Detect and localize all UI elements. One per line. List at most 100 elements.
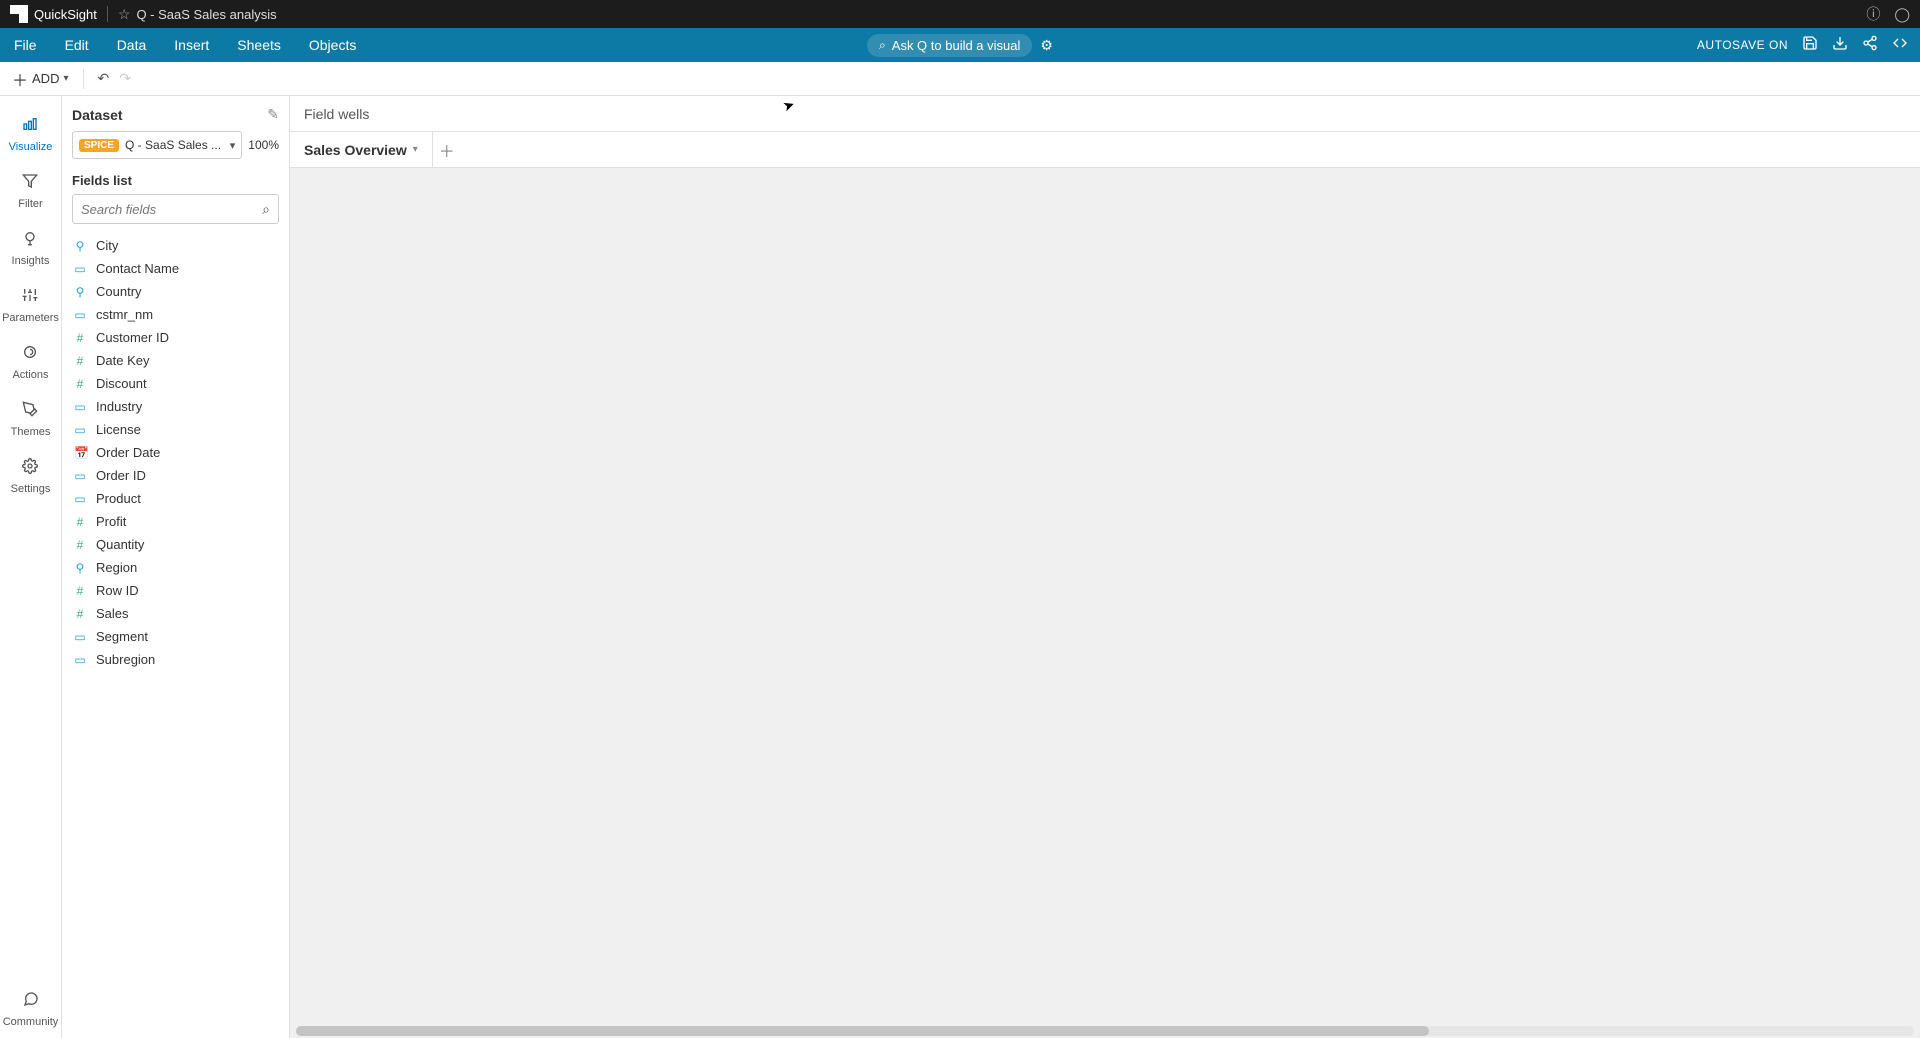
rail-item-insights[interactable]: Insights [2, 220, 59, 277]
share-icon[interactable] [1862, 35, 1878, 55]
add-button[interactable]: ＋ ADD ▾ [12, 67, 69, 91]
dataset-select[interactable]: SPICE Q - SaaS Sales ... ▾ [72, 131, 242, 159]
field-item[interactable]: ▭ Subregion [72, 648, 279, 671]
fit-width-icon[interactable] [1892, 35, 1908, 55]
autosave-status[interactable]: AUTOSAVE ON [1697, 38, 1788, 52]
field-type-str-icon: ▭ [74, 492, 86, 506]
sheet-tabs: Sales Overview ▾ ＋ [290, 132, 1920, 168]
field-item[interactable]: ▭Industry [72, 395, 279, 418]
field-name: Profit [96, 514, 126, 529]
rail-label: Themes [11, 426, 51, 438]
field-item[interactable]: # Profit [72, 510, 279, 533]
field-type-geo-icon: ⚲ [74, 561, 86, 575]
search-icon[interactable]: ⌕ [262, 201, 270, 218]
field-wells-bar[interactable]: Field wells [290, 96, 1920, 132]
export-icon[interactable] [1832, 35, 1848, 55]
horizontal-scrollbar[interactable] [296, 1026, 1914, 1036]
field-name: City [96, 238, 118, 253]
menu-item-file[interactable]: File [0, 28, 51, 62]
canvas-body[interactable] [290, 168, 1920, 1038]
field-type-num-icon: # [74, 354, 86, 368]
field-item[interactable]: ▭License [72, 418, 279, 441]
rail-label: Insights [12, 255, 50, 267]
rail-label: Community [3, 1016, 59, 1028]
rail-item-community[interactable]: Community [0, 981, 61, 1038]
rail-item-filter[interactable]: Filter [2, 163, 59, 220]
field-item[interactable]: #Sales [72, 602, 279, 625]
favorite-star-icon[interactable]: ☆ [118, 6, 131, 23]
field-item[interactable]: ▭Segment [72, 625, 279, 648]
chevron-down-icon[interactable]: ▾ [413, 144, 418, 155]
field-item[interactable]: ▭cstmr_nm [72, 303, 279, 326]
fields-search-input[interactable] [81, 202, 262, 217]
rail-item-visualize[interactable]: Visualize [2, 106, 59, 163]
field-type-num-icon: # [74, 538, 86, 552]
field-name: Subregion [96, 652, 155, 667]
field-item[interactable]: #Customer ID [72, 326, 279, 349]
field-item[interactable]: ⚲Country [72, 280, 279, 303]
insights-icon [22, 230, 38, 251]
field-item[interactable]: ⚲ City [72, 234, 279, 257]
redo-icon: ↷ [119, 70, 131, 87]
gear-icon[interactable]: ⚙ [1040, 37, 1053, 54]
field-name: Order Date [96, 445, 160, 460]
quicksight-logo-icon [10, 5, 28, 23]
field-name: Industry [96, 399, 142, 414]
fields-search-box[interactable]: ⌕ [72, 194, 279, 224]
field-type-num-icon: # [74, 377, 86, 391]
menu-item-data[interactable]: Data [103, 28, 161, 62]
community-icon [23, 991, 39, 1012]
rail-label: Filter [18, 198, 42, 210]
add-sheet-button[interactable]: ＋ [433, 138, 461, 162]
menu-item-sheets[interactable]: Sheets [223, 28, 295, 62]
menu-item-objects[interactable]: Objects [295, 28, 370, 62]
menu-item-edit[interactable]: Edit [51, 28, 103, 62]
main-menubar: FileEditDataInsertSheetsObjects ⌕ Ask Q … [0, 28, 1920, 62]
help-icon[interactable]: ⓘ [1866, 4, 1880, 24]
spice-badge: SPICE [79, 139, 119, 152]
user-profile-icon[interactable]: ◯ [1894, 6, 1910, 23]
sheet-tab[interactable]: Sales Overview ▾ [290, 132, 433, 167]
rail-item-settings[interactable]: Settings [2, 448, 59, 505]
field-item[interactable]: # Quantity [72, 533, 279, 556]
field-type-date-icon: 📅 [74, 446, 86, 460]
field-item[interactable]: #Row ID [72, 579, 279, 602]
edit-dataset-icon[interactable]: ✎ [267, 106, 279, 123]
app-logo[interactable]: QuickSight [10, 5, 97, 23]
field-item[interactable]: ▭Contact Name [72, 257, 279, 280]
parameters-icon [22, 287, 38, 308]
menu-item-insert[interactable]: Insert [160, 28, 223, 62]
rail-item-actions[interactable]: Actions [2, 334, 59, 391]
field-name: cstmr_nm [96, 307, 153, 322]
undo-icon[interactable]: ↶ [98, 70, 110, 87]
ask-q-button[interactable]: ⌕ Ask Q to build a visual [867, 34, 1032, 57]
save-icon[interactable] [1802, 35, 1818, 55]
fields-list-title: Fields list [72, 173, 279, 188]
rail-item-themes[interactable]: Themes [2, 391, 59, 448]
search-icon: ⌕ [879, 38, 886, 53]
field-item[interactable]: #Discount [72, 372, 279, 395]
field-wells-label: Field wells [304, 106, 369, 122]
field-item[interactable]: ▭Product [72, 487, 279, 510]
divider [83, 69, 84, 89]
field-type-str-icon: ▭ [74, 653, 86, 667]
field-item[interactable]: 📅 Order Date [72, 441, 279, 464]
rail-item-parameters[interactable]: Parameters [2, 277, 59, 334]
field-type-num-icon: # [74, 515, 86, 529]
field-type-geo-icon: ⚲ [74, 239, 86, 253]
field-name: Row ID [96, 583, 139, 598]
dataset-title: Dataset [72, 107, 123, 123]
rail-label: Settings [11, 483, 51, 495]
field-name: License [96, 422, 141, 437]
field-name: Country [96, 284, 142, 299]
scrollbar-thumb[interactable] [296, 1026, 1429, 1036]
field-item[interactable]: ▭Order ID [72, 464, 279, 487]
actions-icon [22, 344, 38, 365]
field-name: Quantity [96, 537, 144, 552]
field-item[interactable]: ⚲Region [72, 556, 279, 579]
divider [107, 6, 108, 22]
field-item[interactable]: #Date Key [72, 349, 279, 372]
field-type-str-icon: ▭ [74, 262, 86, 276]
field-name: Customer ID [96, 330, 169, 345]
field-type-num-icon: # [74, 607, 86, 621]
